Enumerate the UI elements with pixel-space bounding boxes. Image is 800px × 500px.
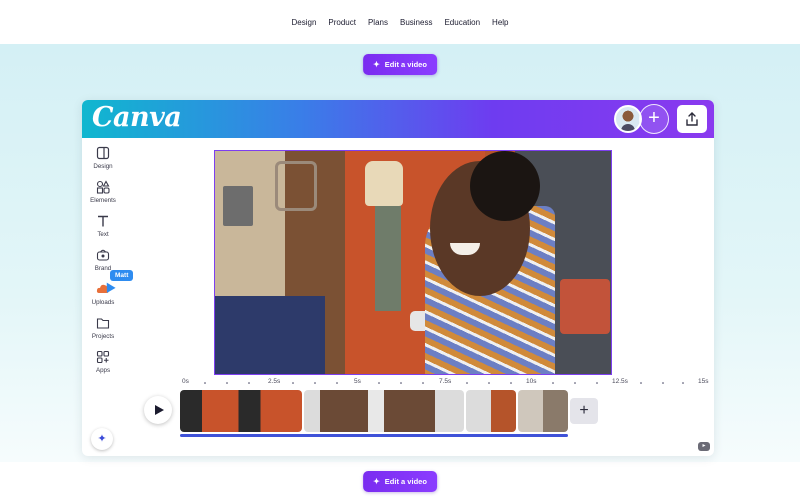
playback-progress-bar[interactable]: [180, 434, 568, 437]
design-icon: [96, 146, 110, 160]
sidebar-item-elements[interactable]: Elements: [82, 180, 124, 212]
editor-sidebar: Design Elements Text Brand Uploads Proje…: [82, 142, 134, 382]
share-button[interactable]: [677, 105, 707, 133]
tick-dot: [574, 382, 576, 384]
clip-thumbnail: [304, 390, 464, 432]
tick-dot: [378, 382, 380, 384]
tick-dot: [662, 382, 664, 384]
tick-dot: [488, 382, 490, 384]
tick-label: 7.5s: [439, 378, 452, 385]
timeline-track: [180, 390, 568, 432]
canva-logo: Canva: [92, 102, 182, 133]
cta-label: Edit a video: [384, 60, 427, 69]
sidebar-label: Text: [97, 231, 109, 238]
nav-plans[interactable]: Plans: [368, 18, 388, 27]
tick-label: 2.5s: [268, 378, 281, 385]
tick-label: 12.5s: [612, 378, 628, 385]
editor-window: Canva + Design Elements Text Brand Uploa…: [82, 100, 714, 456]
sidebar-label: Brand: [94, 265, 112, 272]
tick-label: 0s: [182, 378, 189, 385]
tick-dot: [422, 382, 424, 384]
sparkle-icon: ✦: [373, 60, 380, 69]
timeline-clip[interactable]: [466, 390, 516, 432]
scene-sweater: [365, 161, 403, 206]
sidebar-label: Elements: [90, 197, 116, 204]
clip-thumbnail: [466, 390, 516, 432]
scene-person-hair: [470, 151, 540, 221]
scene-chair: [275, 161, 317, 211]
top-nav: Design Product Plans Business Education …: [0, 0, 800, 44]
sidebar-label: Apps: [95, 367, 111, 374]
avatar[interactable]: [614, 105, 642, 133]
play-button[interactable]: [144, 396, 172, 424]
tick-dot: [640, 382, 642, 384]
sidebar-label: Projects: [91, 333, 115, 340]
tick-dot: [226, 382, 228, 384]
brand-icon: [96, 249, 110, 261]
upload-share-icon: [686, 112, 698, 126]
tick-dot: [204, 382, 206, 384]
text-icon: [98, 215, 108, 227]
timeline-clip[interactable]: [518, 390, 568, 432]
timeline-clip[interactable]: [180, 390, 302, 432]
scene-pillow: [560, 279, 610, 334]
tick-label: 15s: [698, 378, 709, 385]
tick-dot: [466, 382, 468, 384]
magic-sparkle-button[interactable]: ✦: [91, 428, 113, 450]
timeline-clip[interactable]: [304, 390, 464, 432]
sparkle-icon: ✦: [373, 477, 380, 486]
folder-icon: [96, 318, 110, 329]
tick-dot: [336, 382, 338, 384]
play-icon: [155, 405, 164, 415]
scene-blue-floor: [215, 296, 325, 374]
tick-dot: [596, 382, 598, 384]
sidebar-item-design[interactable]: Design: [82, 146, 124, 178]
nav-design[interactable]: Design: [291, 18, 316, 27]
nav-help[interactable]: Help: [492, 18, 508, 27]
tick-dot: [510, 382, 512, 384]
tick-dot: [552, 382, 554, 384]
clip-thumbnail: [180, 390, 302, 432]
collaborator-tag: Matt: [110, 270, 134, 281]
nav-product[interactable]: Product: [328, 18, 356, 27]
add-collaborator-button[interactable]: +: [639, 104, 669, 134]
nav-business[interactable]: Business: [400, 18, 432, 27]
timeline-ruler: 0s 2.5s 5s 7.5s 10s 12.5s 15s: [182, 378, 712, 390]
video-canvas[interactable]: [214, 150, 612, 375]
sidebar-item-projects[interactable]: Projects: [82, 316, 124, 348]
clip-thumbnail: [518, 390, 568, 432]
sidebar-label: Design: [93, 163, 113, 170]
tick-dot: [248, 382, 250, 384]
add-clip-button[interactable]: +: [570, 398, 598, 424]
sidebar-label: Uploads: [91, 299, 115, 306]
elements-icon: [96, 180, 110, 194]
tick-label: 5s: [354, 378, 361, 385]
tick-dot: [292, 382, 294, 384]
nav-education[interactable]: Education: [444, 18, 480, 27]
tick-label: 10s: [526, 378, 537, 385]
apps-icon: [96, 350, 110, 364]
editor-header: Canva +: [82, 100, 714, 138]
edit-video-button-top[interactable]: ✦ Edit a video: [363, 54, 437, 75]
tick-dot: [400, 382, 402, 384]
sidebar-item-text[interactable]: Text: [82, 214, 124, 246]
edit-video-button-bottom[interactable]: ✦ Edit a video: [363, 471, 437, 492]
scene-pants: [375, 206, 401, 311]
tick-dot: [682, 382, 684, 384]
tick-dot: [314, 382, 316, 384]
sidebar-item-apps[interactable]: Apps: [82, 350, 124, 382]
cta-label: Edit a video: [384, 477, 427, 486]
playback-mode-icon[interactable]: ▸: [698, 442, 710, 451]
scene-laptop: [223, 186, 253, 226]
